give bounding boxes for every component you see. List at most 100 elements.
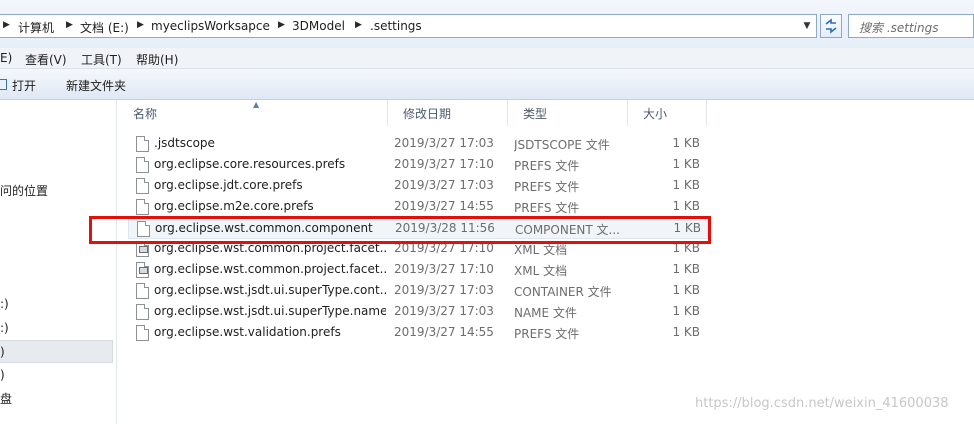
- column-header-name[interactable]: 名称: [118, 100, 388, 126]
- toolbar: 打开 新建文件夹: [0, 69, 974, 100]
- file-date: 2019/3/27 17:10: [394, 241, 494, 255]
- address-bar[interactable]: ▶ 计算机 ▶ 文档 (E:) ▶ myeclipsWorksapce ▶ 3D…: [0, 14, 817, 38]
- nav-item-recent-places[interactable]: 问的位置: [0, 182, 48, 199]
- nav-item-drive[interactable]: :): [0, 297, 9, 311]
- new-folder-button[interactable]: 新建文件夹: [66, 77, 126, 94]
- nav-item-drive[interactable]: :): [0, 321, 9, 335]
- breadcrumb-arrow-icon[interactable]: ▶: [66, 20, 73, 30]
- breadcrumb-arrow-icon[interactable]: ▶: [137, 20, 144, 30]
- file-size: 1 KB: [672, 199, 700, 213]
- file-row[interactable]: org.eclipse.wst.jsdt.ui.superType.cont..…: [128, 281, 708, 302]
- file-name: org.eclipse.m2e.core.prefs: [154, 199, 314, 213]
- file-icon: [136, 304, 149, 320]
- file-type: COMPONENT 文...: [515, 223, 620, 237]
- column-header-date[interactable]: 修改日期: [388, 100, 508, 126]
- file-list: .jsdtscope 2019/3/27 17:03 JSDTSCOPE 文件 …: [118, 134, 974, 374]
- nav-item-drive-selected[interactable]: ): [0, 345, 5, 359]
- file-type: NAME 文件: [514, 306, 577, 320]
- file-row[interactable]: org.eclipse.wst.common.project.facet... …: [128, 260, 708, 281]
- file-icon: [136, 157, 149, 173]
- open-button[interactable]: 打开: [12, 77, 36, 94]
- file-name: .jsdtscope: [154, 136, 215, 150]
- file-size: 1 KB: [672, 262, 700, 276]
- file-type: CONTAINER 文件: [514, 285, 612, 299]
- search-placeholder: 搜索 .settings: [859, 21, 939, 35]
- file-name: org.eclipse.wst.validation.prefs: [154, 325, 341, 339]
- file-size: 1 KB: [672, 304, 700, 318]
- file-name: org.eclipse.core.resources.prefs: [154, 157, 346, 171]
- address-region: ▶ 计算机 ▶ 文档 (E:) ▶ myeclipsWorksapce ▶ 3D…: [0, 0, 974, 48]
- menu-edit[interactable]: E): [0, 51, 12, 65]
- menu-tools[interactable]: 工具(T): [81, 51, 122, 68]
- file-size: 1 KB: [672, 283, 700, 297]
- refresh-button[interactable]: [820, 14, 842, 38]
- file-icon: [136, 178, 149, 194]
- file-icon: [136, 283, 149, 299]
- xml-file-icon: [136, 241, 149, 257]
- file-type: PREFS 文件: [514, 201, 580, 215]
- open-icon: [0, 79, 7, 90]
- file-type: XML 文档: [514, 264, 568, 278]
- navigation-pane[interactable]: 问的位置 :) :) ) ) 盘: [0, 100, 117, 424]
- file-size: 1 KB: [672, 241, 700, 255]
- file-row[interactable]: org.eclipse.m2e.core.prefs 2019/3/27 14:…: [128, 197, 708, 218]
- menu-view[interactable]: 查看(V): [25, 51, 67, 68]
- file-date: 2019/3/27 17:03: [394, 178, 494, 192]
- file-icon: [136, 325, 149, 341]
- file-row[interactable]: org.eclipse.wst.validation.prefs 2019/3/…: [128, 323, 708, 344]
- nav-item-drive[interactable]: ): [0, 368, 5, 382]
- file-type: JSDTSCOPE 文件: [514, 138, 610, 152]
- column-header-size[interactable]: 大小: [628, 100, 707, 126]
- file-size: 1 KB: [672, 157, 700, 171]
- file-type: PREFS 文件: [514, 159, 580, 173]
- file-date: 2019/3/27 14:55: [394, 199, 494, 213]
- file-size: 1 KB: [673, 221, 701, 235]
- file-date: 2019/3/28 11:56: [395, 221, 495, 235]
- file-type: PREFS 文件: [514, 180, 580, 194]
- file-icon: [136, 136, 149, 152]
- breadcrumb-arrow-icon[interactable]: ▶: [3, 20, 10, 30]
- file-icon: [136, 199, 149, 215]
- menu-help[interactable]: 帮助(H): [136, 51, 178, 68]
- breadcrumb-arrow-icon[interactable]: ▶: [355, 20, 362, 30]
- file-row[interactable]: org.eclipse.jdt.core.prefs 2019/3/27 17:…: [128, 176, 708, 197]
- file-name: org.eclipse.wst.jsdt.ui.superType.name: [154, 304, 386, 318]
- file-icon: [137, 221, 150, 237]
- refresh-icon: [825, 18, 837, 34]
- menu-bar: E) 查看(V) 工具(T) 帮助(H): [0, 48, 974, 69]
- file-date: 2019/3/27 17:03: [394, 283, 494, 297]
- file-name: org.eclipse.wst.common.project.facet...: [154, 241, 386, 255]
- file-row[interactable]: .jsdtscope 2019/3/27 17:03 JSDTSCOPE 文件 …: [128, 134, 708, 155]
- nav-item-drive[interactable]: 盘: [0, 390, 12, 407]
- file-row[interactable]: org.eclipse.wst.jsdt.ui.superType.name 2…: [128, 302, 708, 323]
- xml-file-icon: [136, 262, 149, 278]
- file-name: org.eclipse.jdt.core.prefs: [154, 178, 303, 192]
- breadcrumb-workspace[interactable]: myeclipsWorksapce: [151, 19, 270, 33]
- file-size: 1 KB: [672, 136, 700, 150]
- breadcrumb-arrow-icon[interactable]: ▶: [278, 20, 285, 30]
- file-row[interactable]: org.eclipse.wst.common.project.facet... …: [128, 239, 708, 260]
- chevron-down-icon[interactable]: ▼: [797, 14, 817, 38]
- column-headers: ▲ 名称 修改日期 类型 大小: [118, 100, 974, 126]
- file-name: org.eclipse.wst.common.project.facet...: [154, 262, 386, 276]
- breadcrumb-project[interactable]: 3DModel: [292, 19, 345, 33]
- file-type: PREFS 文件: [514, 327, 580, 341]
- file-date: 2019/3/27 17:03: [394, 304, 494, 318]
- column-header-type[interactable]: 类型: [508, 100, 628, 126]
- file-date: 2019/3/27 17:10: [394, 157, 494, 171]
- breadcrumb-drive[interactable]: 文档 (E:): [80, 19, 129, 36]
- file-name: org.eclipse.wst.common.component: [155, 221, 373, 235]
- nav-item-selected[interactable]: [0, 340, 113, 363]
- file-name: org.eclipse.wst.jsdt.ui.superType.cont..…: [154, 283, 386, 297]
- search-input[interactable]: 搜索 .settings: [848, 14, 974, 38]
- file-row-highlighted[interactable]: org.eclipse.wst.common.component 2019/3/…: [128, 218, 708, 239]
- watermark: https://blog.csdn.net/weixin_41600038: [695, 396, 949, 411]
- file-size: 1 KB: [672, 178, 700, 192]
- breadcrumb-computer[interactable]: 计算机: [18, 19, 54, 36]
- breadcrumb-settings[interactable]: .settings: [370, 19, 422, 33]
- file-size: 1 KB: [672, 325, 700, 339]
- file-row[interactable]: org.eclipse.core.resources.prefs 2019/3/…: [128, 155, 708, 176]
- file-date: 2019/3/27 14:55: [394, 325, 494, 339]
- file-type: XML 文档: [514, 243, 568, 257]
- file-date: 2019/3/27 17:03: [394, 136, 494, 150]
